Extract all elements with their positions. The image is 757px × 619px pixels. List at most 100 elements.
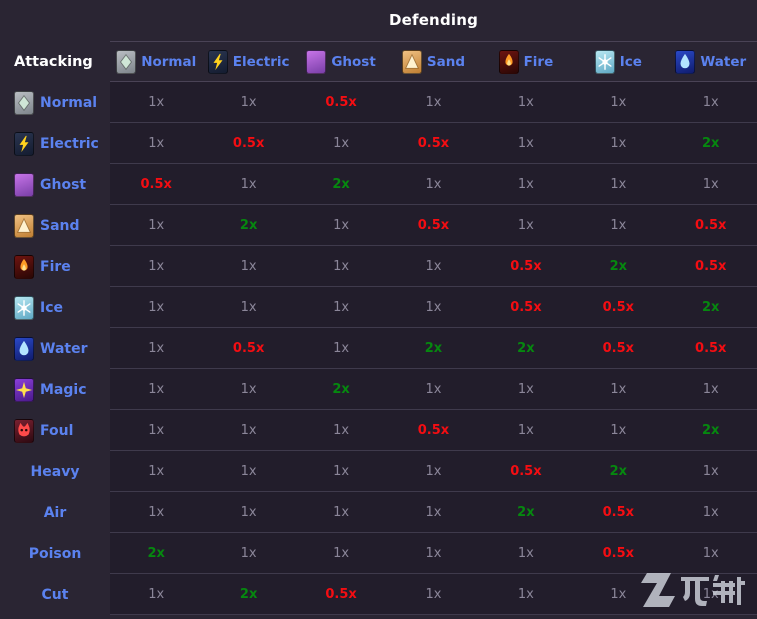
- effectiveness-cell: 1x: [148, 504, 165, 520]
- effectiveness-cell: 1x: [240, 463, 257, 479]
- effectiveness-cell: 1x: [610, 381, 627, 397]
- attacking-row-fire[interactable]: Fire: [0, 246, 110, 287]
- effectiveness-cell: 1x: [148, 94, 165, 110]
- attacking-row-cut[interactable]: Cut: [0, 574, 110, 615]
- row-values: 1x 0.5x 1x 2x 2x 0.5x 0.5x: [110, 328, 757, 369]
- sand-type-icon: [401, 49, 422, 74]
- attacking-row-label: Cut: [41, 586, 69, 603]
- effectiveness-cell: 1x: [148, 258, 165, 274]
- matrix-body: Normal 1x 1x 0.5x 1x 1x 1x 1x Electric 1x 0.5x 1x 0.…: [0, 82, 757, 619]
- attacking-row-ice[interactable]: Ice: [0, 287, 110, 328]
- effectiveness-cell: 0.5x: [417, 135, 450, 151]
- attacking-row-label: Ghost: [40, 176, 87, 193]
- attacking-row-heavy[interactable]: Heavy: [0, 451, 110, 492]
- effectiveness-cell: 0.5x: [695, 258, 727, 274]
- defending-header-water[interactable]: Water: [665, 42, 757, 81]
- effectiveness-cell: 0.5x: [510, 463, 542, 479]
- effectiveness-cell: 0.5x: [510, 258, 542, 274]
- effectiveness-cell: 1x: [148, 299, 165, 315]
- defending-header-ghost[interactable]: Ghost: [295, 42, 387, 81]
- effectiveness-cell: 1x: [333, 504, 350, 520]
- table-row: Normal 1x 1x 0.5x 1x 1x 1x 1x: [0, 82, 757, 123]
- effectiveness-cell: 2x: [424, 340, 443, 356]
- effectiveness-cell: 1x: [425, 299, 442, 315]
- effectiveness-cell: 0.5x: [140, 176, 172, 192]
- effectiveness-cell: 1x: [240, 422, 257, 438]
- ghost-type-icon: [306, 49, 327, 74]
- effectiveness-cell: 2x: [517, 504, 535, 520]
- attacking-row-ghost[interactable]: Ghost: [0, 164, 110, 205]
- effectiveness-cell: 1x: [333, 217, 350, 233]
- attacking-row-label: Air: [43, 504, 67, 521]
- effectiveness-cell: 1x: [517, 217, 534, 233]
- effectiveness-cell: 1x: [610, 135, 627, 151]
- effectiveness-cell: 1x: [148, 340, 165, 356]
- effectiveness-cell: 0.5x: [695, 217, 727, 233]
- table-row: Magic 1x 1x 2x 1x 1x 1x 1x: [0, 369, 757, 410]
- defending-heading: Defending: [388, 11, 479, 29]
- ice-type-icon: [594, 49, 615, 74]
- attacking-row-water[interactable]: Water: [0, 328, 110, 369]
- attacking-row-electric[interactable]: Electric: [0, 123, 110, 164]
- effectiveness-cell: 1x: [425, 176, 442, 192]
- effectiveness-cell: 1x: [148, 381, 165, 397]
- attacking-row-normal[interactable]: Normal: [0, 82, 110, 123]
- attacking-row-label: Sand: [40, 217, 80, 234]
- attacking-row-foul[interactable]: Foul: [0, 410, 110, 451]
- water-type-icon: [675, 49, 696, 74]
- defending-header-ice[interactable]: Ice: [572, 42, 664, 81]
- attacking-row-sand[interactable]: Sand: [0, 205, 110, 246]
- foul-type-icon: [14, 418, 34, 443]
- effectiveness-cell: 2x: [609, 258, 628, 274]
- effectiveness-cell: 1x: [517, 586, 534, 602]
- defending-header-sand[interactable]: Sand: [387, 42, 479, 81]
- effectiveness-cell: 2x: [332, 381, 350, 397]
- effectiveness-cell: 1x: [333, 135, 350, 151]
- table-row: Electric 1x 0.5x 1x 0.5x 1x 1x 2x: [0, 123, 757, 164]
- effectiveness-cell: 1x: [148, 422, 165, 438]
- effectiveness-cell: 1x: [148, 217, 165, 233]
- effectiveness-cell: 1x: [610, 422, 627, 438]
- row-values: 1x 1x 2x 1x 1x 1x 1x: [110, 369, 757, 410]
- effectiveness-cell: 1x: [240, 94, 257, 110]
- attacking-row-label: Water: [40, 340, 88, 357]
- fire-type-icon: [14, 254, 34, 279]
- effectiveness-cell: 1x: [148, 586, 165, 602]
- effectiveness-cell: 0.5x: [602, 299, 635, 315]
- defending-header-normal[interactable]: Normal: [110, 42, 202, 81]
- defending-banner: Defending: [0, 0, 757, 41]
- row-values: 0.5x 1x 2x 1x 1x 1x 1x: [110, 164, 757, 205]
- attacking-row-poison[interactable]: Poison: [0, 533, 110, 574]
- effectiveness-cell: 2x: [702, 135, 720, 151]
- effectiveness-cell: 1x: [333, 340, 350, 356]
- attacking-row-air[interactable]: Air: [0, 492, 110, 533]
- effectiveness-cell: 1x: [702, 586, 719, 602]
- effectiveness-cell: 1x: [425, 504, 442, 520]
- effectiveness-cell: 1x: [610, 217, 627, 233]
- effectiveness-cell: 1x: [333, 545, 350, 561]
- magic-type-icon: [14, 377, 34, 402]
- effectiveness-cell: 0.5x: [510, 299, 542, 315]
- normal-type-icon: [116, 49, 137, 74]
- defending-header-fire[interactable]: Fire: [480, 42, 572, 81]
- effectiveness-cell: 2x: [332, 176, 350, 192]
- effectiveness-cell: 0.5x: [417, 217, 450, 233]
- defending-header-electric[interactable]: Electric: [202, 42, 294, 81]
- effectiveness-cell: 1x: [148, 135, 165, 151]
- effectiveness-cell: 1x: [240, 299, 257, 315]
- normal-type-icon: [14, 90, 34, 115]
- effectiveness-cell: 1x: [148, 463, 165, 479]
- row-values: 1x 1x 1x 1x 0.5x 0.5x 2x: [110, 287, 757, 328]
- defending-type-headers: Normal Electric Ghost Sand Fire Ice Water: [110, 41, 757, 82]
- effectiveness-cell: 1x: [610, 176, 627, 192]
- defending-header-label: Fire: [523, 53, 554, 70]
- effectiveness-cell: 1x: [425, 258, 442, 274]
- effectiveness-cell: 1x: [517, 135, 534, 151]
- attacking-row-label: Foul: [40, 422, 74, 439]
- attacking-row-magic[interactable]: Magic: [0, 369, 110, 410]
- effectiveness-cell: 1x: [610, 94, 627, 110]
- attacking-corner-cell: Attacking: [0, 41, 110, 82]
- effectiveness-cell: 1x: [240, 176, 257, 192]
- effectiveness-cell: 2x: [239, 217, 258, 233]
- table-row: Sand 1x 2x 1x 0.5x 1x 1x 0.5x: [0, 205, 757, 246]
